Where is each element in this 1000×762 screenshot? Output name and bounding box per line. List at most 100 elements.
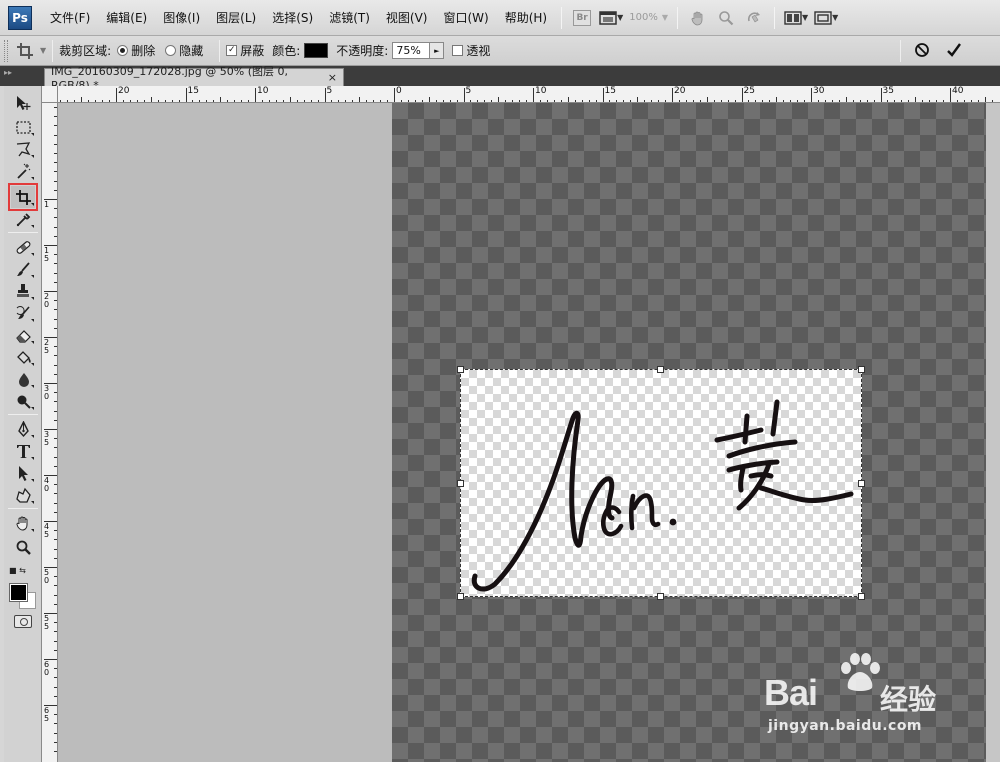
menu-help[interactable]: 帮助(H) [497,7,555,29]
marquee-tool[interactable] [11,116,35,138]
divider [8,508,38,509]
zoom-tool-button[interactable] [715,7,737,29]
rectangle-marquee-icon [15,120,31,134]
crop-handle-bottom[interactable] [657,593,664,600]
perspective-checkbox[interactable]: 透视 [452,42,490,59]
ruler-origin[interactable] [42,86,58,103]
ruler-label: 1 [44,200,50,209]
menu-select[interactable]: 选择(S) [264,7,321,29]
lasso-tool[interactable] [11,138,35,160]
crop-handle-top[interactable] [657,366,664,373]
document-tab[interactable]: IMG_20160309_172028.jpg @ 50% (图层 0, RGB… [44,65,344,92]
submenu-indicator [31,435,34,438]
radio-dot [165,45,177,56]
menu-layer[interactable]: 图层(L) [208,7,264,29]
menu-file[interactable]: 文件(F) [42,7,98,29]
menu-window[interactable]: 窗口(W) [435,7,496,29]
crop-mode-delete-radio[interactable]: 删除 [117,42,155,59]
crop-handle-right[interactable] [858,480,865,487]
arrange-layout-icon [784,10,802,25]
brush-tool[interactable] [11,258,35,280]
default-colors-swap-icon[interactable]: ■ ⇆ [9,566,26,575]
menu-bar: Ps 文件(F) 编辑(E) 图像(I) 图层(L) 选择(S) 滤镜(T) 视… [0,0,1000,36]
launch-bridge-button[interactable]: Br [571,7,593,29]
opacity-label: 不透明度: [336,44,389,58]
photoshop-logo-icon[interactable]: Ps [8,5,32,30]
crop-mode-hide-radio[interactable]: 隐藏 [165,42,203,59]
crop-area-label: 裁剪区域: [59,44,112,58]
shield-color-label: 颜色: [272,44,301,58]
screen-mode-button[interactable]: ▼ [814,7,838,29]
opacity-slider-button[interactable]: ► [430,42,445,59]
crop-handle-left[interactable] [457,480,464,487]
view-extras-button[interactable]: ▼ [599,7,623,29]
crop-handle-bottom-left[interactable] [457,593,464,600]
commit-crop-button[interactable] [946,42,962,61]
move-icon [16,95,30,110]
move-tool[interactable] [11,92,35,114]
shield-label: 屏蔽 [240,44,265,58]
ruler-tick [602,88,604,102]
eraser-tool[interactable] [11,324,35,346]
tool-preset-picker[interactable]: ▼ [16,42,46,60]
submenu-indicator [31,319,34,322]
blur-tool[interactable] [11,368,35,390]
foreground-color-swatch[interactable] [10,584,27,601]
shield-color-swatch[interactable] [304,43,329,58]
bridge-icon: Br [573,9,592,26]
healing-brush-tool[interactable] [11,236,35,258]
eyedropper-tool[interactable] [11,208,35,230]
crop-handle-bottom-right[interactable] [858,593,865,600]
horizontal-ruler[interactable]: 20 15 10 5 0 5 10 15 20 25 30 35 40 [42,86,1000,103]
crop-selection-box[interactable] [457,366,865,600]
pen-tool[interactable] [11,418,35,440]
dodge-tool[interactable] [11,390,35,412]
hand-tool-button[interactable] [687,7,709,29]
crop-handle-top-left[interactable] [457,366,464,373]
path-selection-tool[interactable] [11,462,35,484]
ruler-label: 20 [118,86,130,96]
hand-tool[interactable] [11,512,35,534]
ruler-label: 35 [882,86,894,96]
cancel-crop-button[interactable] [914,42,930,61]
shield-checkbox[interactable]: ✓ 屏蔽 [226,42,264,59]
close-document-button[interactable]: × [328,71,337,84]
paint-bucket-tool[interactable] [11,346,35,368]
crop-tool[interactable] [8,183,38,211]
options-grip[interactable] [4,39,8,62]
ruler-tick [533,88,534,102]
history-brush-tool[interactable] [11,302,35,324]
divider [52,39,54,62]
ruler-label: 15 [187,86,199,96]
zoom-tool[interactable] [11,536,35,558]
document-tab-bar: ▸▸ IMG_20160309_172028.jpg @ 50% (图层 0, … [0,65,1000,92]
submenu-indicator [31,479,34,482]
chevron-right-icon: ► [434,46,440,55]
menu-filter[interactable]: 滤镜(T) [321,7,378,29]
clone-stamp-tool[interactable] [11,280,35,302]
arrange-documents-button[interactable]: ▼ [784,7,808,29]
crop-handle-top-right[interactable] [858,366,865,373]
ruler-label: 15 [604,86,616,96]
type-tool[interactable] [11,440,35,462]
toolbox: ■ ⇆ [4,86,42,762]
quick-mask-button[interactable] [14,615,32,628]
checkbox-box [452,45,464,56]
submenu-indicator [31,275,34,278]
cancel-icon [915,42,929,57]
toolbox-collapse-icon[interactable]: ▸▸ [4,68,42,82]
menu-image[interactable]: 图像(I) [155,7,208,29]
zoom-level-select[interactable]: 100% ▼ [629,7,668,29]
vertical-ruler[interactable]: 1 1 5 2 0 2 5 3 0 3 5 4 0 4 5 5 0 5 5 6 0 6 5 [42,103,58,762]
opacity-input[interactable]: 75% [392,42,431,59]
ruler-label: 4 5 [44,522,50,539]
menu-view[interactable]: 视图(V) [378,7,436,29]
magic-wand-tool[interactable] [11,160,35,182]
custom-shape-tool[interactable] [11,484,35,506]
rotate-view-button[interactable] [743,7,765,29]
ruler-label: 6 0 [44,660,50,677]
menu-edit[interactable]: 编辑(E) [98,7,155,29]
brush-icon [16,261,30,276]
ruler-label: 2 5 [44,338,50,355]
ruler-label: 0 [396,86,402,96]
